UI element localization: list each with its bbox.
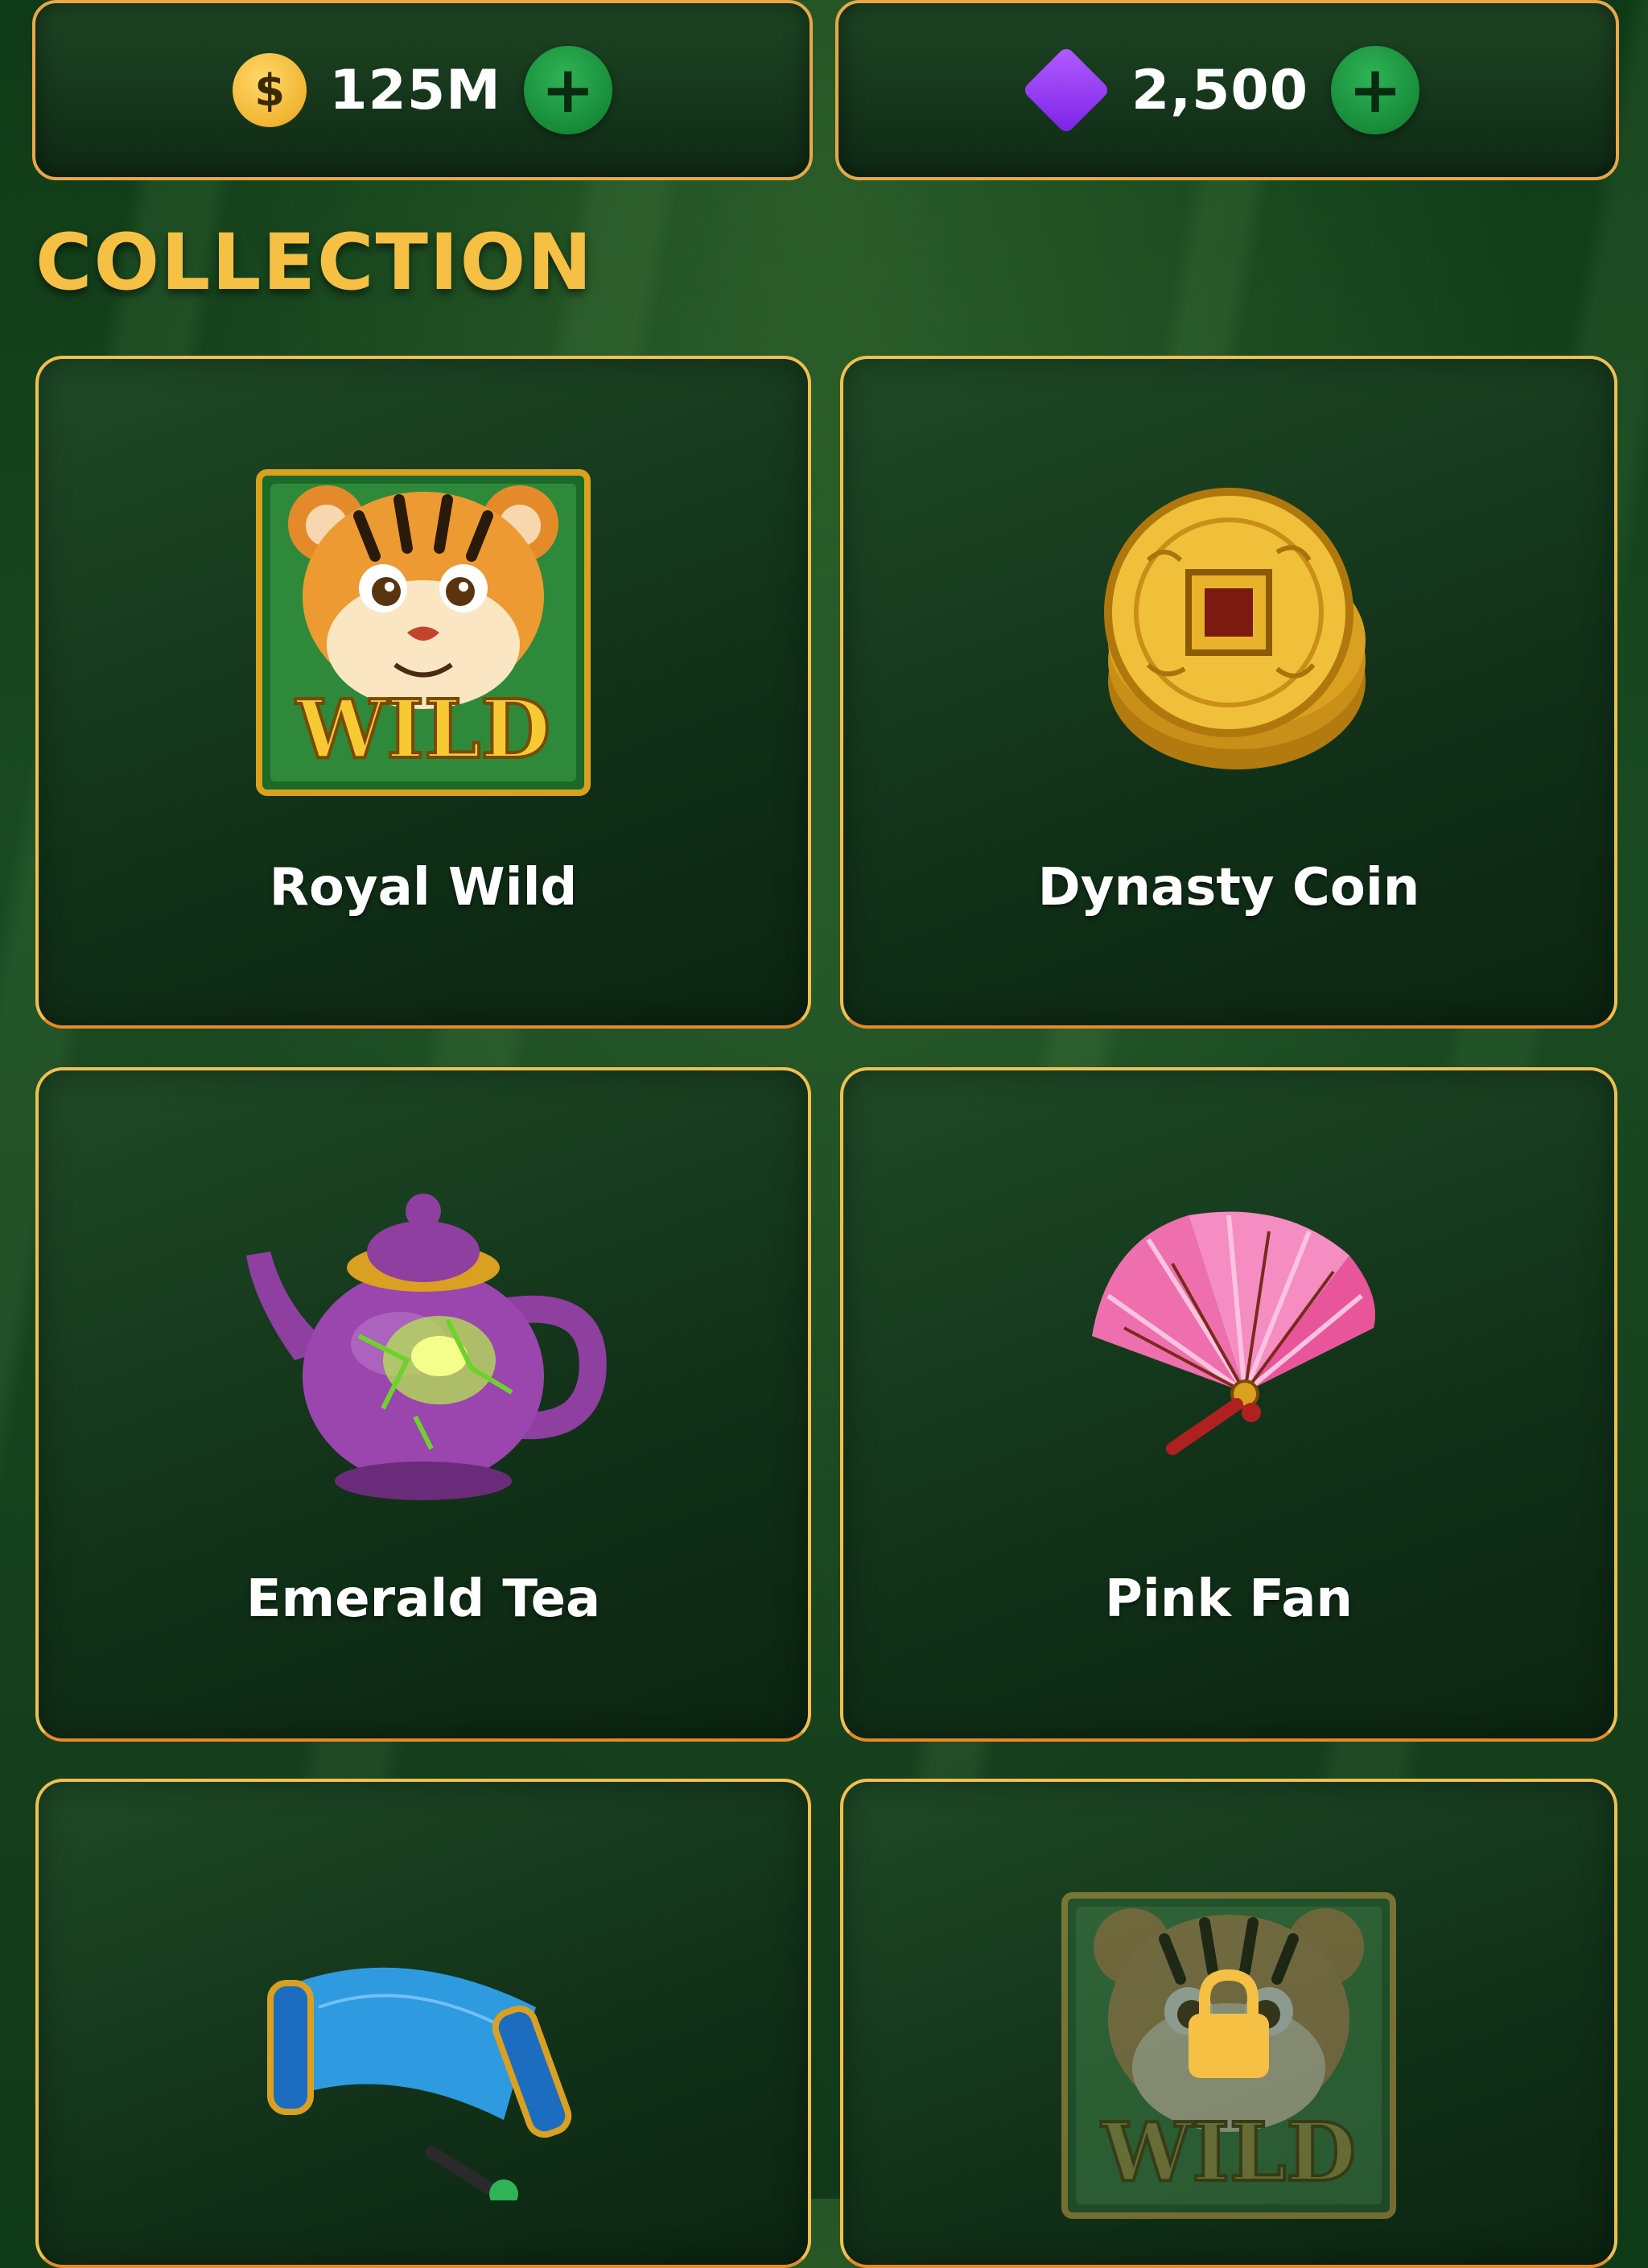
coins-value: 125M (329, 58, 501, 122)
collection-card-scroll[interactable] (35, 1779, 811, 2268)
svg-text:WILD: WILD (295, 682, 550, 777)
blue-scroll-icon (238, 1887, 608, 2225)
coins-balance-panel: $ 125M + (32, 0, 813, 180)
gems-value: 2,500 (1131, 58, 1309, 122)
teapot-icon (238, 1175, 608, 1513)
gems-balance-panel: 2,500 + (835, 0, 1619, 180)
card-label: Dynasty Coin (1037, 858, 1420, 918)
card-label: Emerald Tea (245, 1569, 601, 1629)
collection-card-dynasty-coin[interactable]: Dynasty Coin (840, 356, 1617, 1029)
coin-icon: $ (233, 53, 307, 127)
pink-fan-icon (1044, 1175, 1414, 1513)
card-label: Pink Fan (1105, 1569, 1353, 1629)
lock-icon (1184, 1967, 1273, 2083)
collection-card-emerald-tea[interactable]: Emerald Tea (35, 1067, 811, 1742)
dynasty-coin-icon (1044, 464, 1414, 802)
collection-card-pink-fan[interactable]: Pink Fan (840, 1067, 1617, 1742)
add-gems-button[interactable]: + (1331, 46, 1420, 134)
tiger-wild-icon: WILD (238, 464, 608, 802)
svg-text:WILD: WILD (1101, 2105, 1356, 2200)
collection-card-locked[interactable]: WILD (840, 1779, 1617, 2268)
gem-icon (1021, 45, 1111, 135)
add-coins-button[interactable]: + (523, 46, 612, 134)
collection-card-royal-wild[interactable]: WILD Royal Wild (35, 356, 811, 1029)
card-label: Royal Wild (269, 858, 578, 918)
section-title: COLLECTION (35, 217, 594, 307)
